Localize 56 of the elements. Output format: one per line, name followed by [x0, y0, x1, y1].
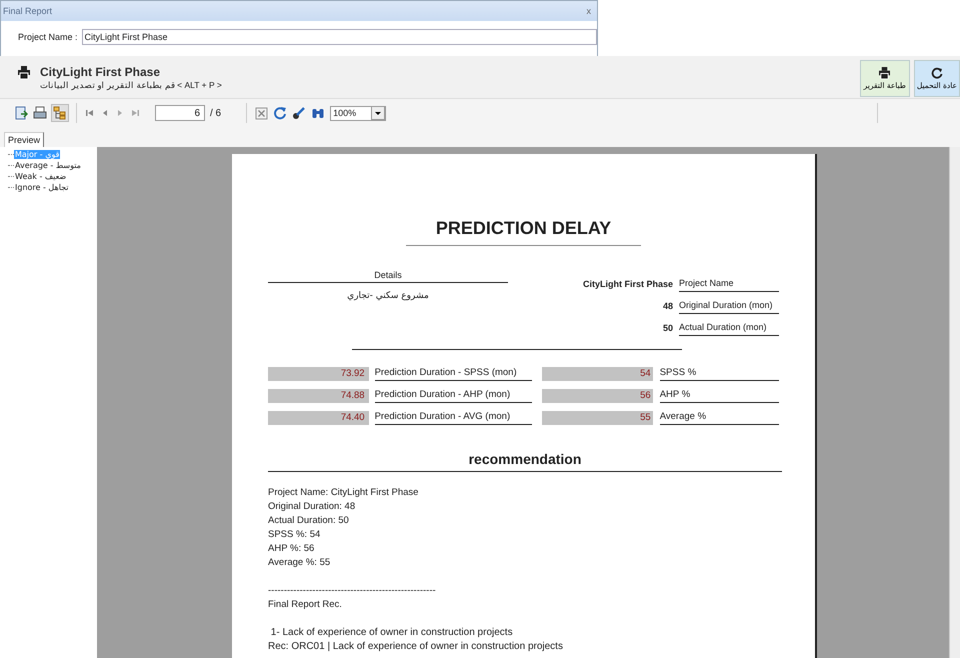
- metric-label: Prediction Duration - AVG (mon): [374, 411, 532, 425]
- info-label: Actual Duration (mon): [679, 322, 779, 336]
- percent-value: 54: [542, 367, 653, 381]
- report-title: CityLight First Phase: [40, 64, 162, 78]
- percent-value: 56: [542, 389, 653, 403]
- printer-icon: [18, 66, 30, 79]
- percent-value: 55: [542, 411, 653, 425]
- zoom-dropdown[interactable]: 100%: [330, 106, 386, 120]
- tree-item[interactable]: Average - متوسط: [14, 161, 82, 170]
- summary-line: Average %: 55: [268, 556, 332, 570]
- percent-label: Average %: [660, 411, 779, 425]
- summary-line: SPSS %: 54: [268, 528, 322, 542]
- printer-icon[interactable]: [33, 106, 47, 120]
- info-value: 50: [662, 323, 674, 335]
- window-title: Final Report: [3, 6, 52, 16]
- page-number-field[interactable]: 6: [155, 105, 205, 121]
- metric-value: 73.92: [268, 367, 369, 381]
- recommendation-heading: recommendation: [268, 451, 782, 472]
- recommendation-line: 1- Lack of experience of owner in construction projects: [270, 626, 514, 640]
- first-page-icon[interactable]: [85, 108, 95, 118]
- metric-label: Prediction Duration - SPSS (mon): [374, 367, 532, 381]
- tools-icon[interactable]: [292, 106, 306, 120]
- summary-line: Actual Duration: 50: [268, 514, 350, 528]
- summary-line: AHP %: 56: [268, 542, 316, 556]
- summary-line: Project Name: CityLight First Phase: [268, 486, 420, 500]
- info-label: Project Name: [679, 278, 779, 292]
- project-name-label: Project Name :: [18, 32, 78, 42]
- separator-line: -----------------------------------------------------: [268, 584, 437, 598]
- info-value: CityLight First Phase: [582, 279, 674, 291]
- info-value: 48: [662, 301, 674, 313]
- tree-item[interactable]: Weak - ضعيف: [14, 172, 68, 181]
- ribbon-subtitle: قم بطباعة التقرير او تصدير البيانات < ALT + P >: [40, 80, 223, 90]
- details-value: مشروع سكني -تجاري: [346, 291, 430, 301]
- metric-value: 74.88: [268, 389, 369, 403]
- percent-label: SPSS %: [660, 367, 779, 381]
- project-name-field[interactable]: CityLight First Phase: [82, 29, 597, 45]
- info-label: Original Duration (mon): [679, 300, 779, 314]
- percent-label: AHP %: [660, 389, 779, 403]
- metric-label: Prediction Duration - AHP (mon): [374, 389, 532, 403]
- metric-value: 74.40: [268, 411, 369, 425]
- refresh-icon[interactable]: [273, 106, 288, 120]
- scrollbar[interactable]: [949, 147, 960, 658]
- page-total: / 6: [210, 108, 222, 118]
- refresh-icon: [930, 67, 943, 79]
- details-heading: Details: [268, 270, 508, 283]
- close-preview-icon[interactable]: [255, 106, 268, 120]
- rec-heading: Final Report Rec.: [268, 598, 343, 612]
- recommendation-line: Rec: ORC01 | Lack of experience of owner in construction projects: [268, 640, 564, 654]
- export-icon[interactable]: [14, 106, 28, 120]
- tree-item[interactable]: Ignore - تجاهل: [14, 183, 70, 192]
- report-heading: PREDICTION DELAY: [406, 218, 641, 246]
- tree-toggle-icon[interactable]: [52, 105, 68, 121]
- close-button[interactable]: x: [586, 6, 591, 16]
- printer-icon: [879, 67, 890, 79]
- preview-tab[interactable]: Preview: [4, 132, 44, 147]
- summary-line: Original Duration: 48: [268, 500, 356, 514]
